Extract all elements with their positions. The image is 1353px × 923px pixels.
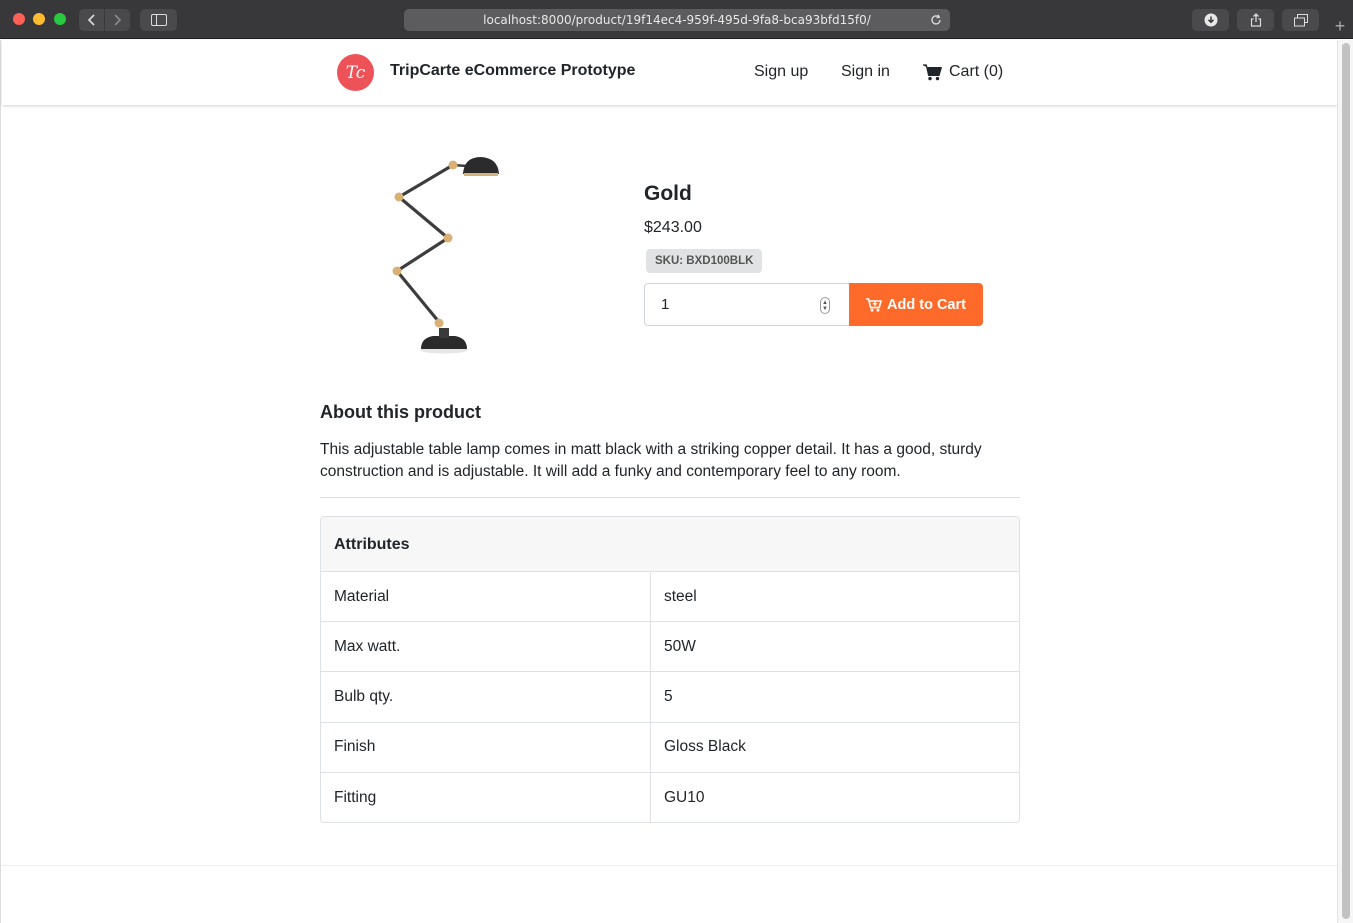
brand-name-link[interactable]: TripCarte eCommerce Prototype [390, 62, 635, 80]
signin-link[interactable]: Sign in [841, 63, 890, 81]
table-row: Bulb qty. 5 [321, 672, 1019, 723]
chevron-left-icon [87, 14, 95, 26]
download-icon [1204, 13, 1217, 27]
attribute-name: Bulb qty. [321, 672, 651, 722]
browser-toolbar: localhost:8000/product/19f14ec4-959f-495… [0, 0, 1353, 39]
cart-link-label: Cart (0) [949, 63, 1004, 80]
product-price: $243.00 [644, 219, 702, 236]
tabs-icon [1293, 13, 1308, 26]
attributes-heading: Attributes [321, 517, 1019, 572]
address-bar[interactable]: localhost:8000/product/19f14ec4-959f-495… [404, 9, 950, 31]
signup-link[interactable]: Sign up [754, 63, 808, 81]
attribute-name: Finish [321, 722, 651, 772]
table-row: Finish Gloss Black [321, 722, 1019, 773]
tabs-overview-button[interactable] [1282, 9, 1319, 31]
share-button[interactable] [1237, 9, 1274, 31]
page-viewport: Tc TripCarte eCommerce Prototype Sign up… [0, 40, 1337, 923]
product-description: This adjustable table lamp comes in matt… [320, 441, 982, 480]
downloads-button[interactable] [1192, 9, 1229, 31]
quantity-input[interactable]: 1 ▲ ▼ [644, 283, 850, 326]
attribute-name: Max watt. [321, 622, 651, 672]
site-navbar: Tc TripCarte eCommerce Prototype Sign up… [2, 40, 1337, 105]
add-to-cart-button[interactable]: Add to Cart [849, 283, 983, 326]
shopping-cart-icon [923, 63, 942, 80]
chevron-right-icon [114, 14, 122, 26]
sku-badge: SKU: BXD100BLK [646, 249, 763, 273]
back-button[interactable] [79, 9, 104, 31]
table-row: Fitting GU10 [321, 772, 1019, 822]
add-to-cart-label: Add to Cart [887, 296, 966, 313]
attribute-value: GU10 [664, 788, 705, 806]
maximize-window-button[interactable] [54, 13, 66, 25]
reload-icon[interactable] [928, 12, 944, 28]
attribute-value: steel [664, 587, 697, 605]
sidebar-toggle-button[interactable] [140, 9, 177, 31]
product-image[interactable] [371, 152, 511, 357]
attribute-name: Fitting [321, 772, 651, 822]
table-row: Material steel [321, 572, 1019, 623]
brand-logo[interactable]: Tc [337, 54, 374, 91]
section-divider [320, 497, 1020, 498]
quantity-value: 1 [661, 296, 670, 313]
cart-plus-icon [866, 297, 882, 312]
stepper-down-icon[interactable]: ▼ [822, 306, 828, 312]
quantity-stepper[interactable]: ▲ ▼ [820, 297, 830, 314]
history-buttons [79, 9, 130, 31]
attributes-card: Attributes Material steel Max watt. 50W … [320, 516, 1020, 823]
plus-icon: + [1334, 16, 1346, 36]
attribute-name: Material [321, 572, 651, 622]
table-row: Max watt. 50W [321, 622, 1019, 673]
minimize-window-button[interactable] [33, 13, 45, 25]
url-text: localhost:8000/product/19f14ec4-959f-495… [483, 13, 871, 27]
forward-button[interactable] [104, 9, 129, 31]
close-window-button[interactable] [13, 13, 25, 25]
share-icon [1250, 13, 1261, 27]
attribute-value: 5 [664, 687, 673, 705]
about-heading: About this product [320, 402, 481, 422]
cart-link[interactable]: Cart (0) [923, 63, 1003, 81]
page-scrollbar[interactable] [1337, 40, 1353, 923]
new-tab-button[interactable]: + [1327, 14, 1353, 39]
attribute-value: 50W [664, 637, 696, 655]
attribute-value: Gloss Black [664, 738, 746, 756]
product-title: Gold [644, 182, 692, 205]
sidebar-icon [150, 14, 167, 26]
footer-divider [2, 865, 1337, 866]
scrollbar-thumb[interactable] [1342, 43, 1350, 919]
